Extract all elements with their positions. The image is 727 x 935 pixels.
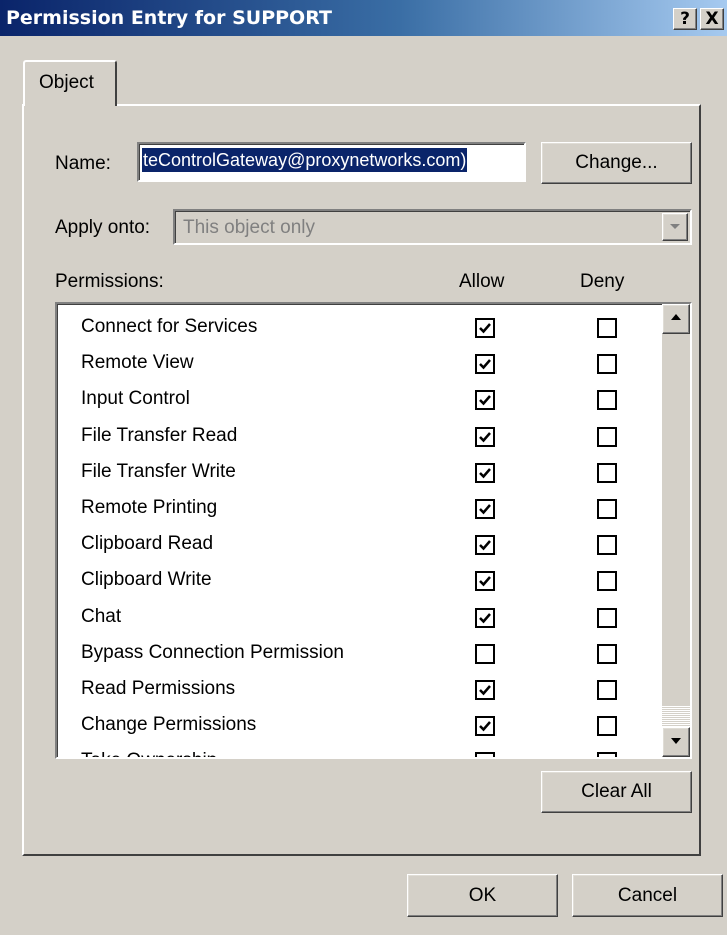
permission-entry-dialog: Permission Entry for SUPPORT ? X Object … <box>0 0 727 935</box>
apply-onto-value: This object only <box>183 217 316 238</box>
permission-row: Change Permissions <box>57 708 657 744</box>
allow-checkbox[interactable] <box>475 680 495 700</box>
deny-checkbox[interactable] <box>597 644 617 664</box>
permission-name: Chat <box>81 606 122 627</box>
checkmark-icon <box>479 359 491 370</box>
cancel-button[interactable]: Cancel <box>572 874 723 917</box>
checkmark-icon <box>479 540 491 551</box>
permission-name: File Transfer Read <box>81 425 238 446</box>
help-button[interactable]: ? <box>673 8 697 30</box>
permission-row: Bypass Connection Permission <box>57 636 657 672</box>
checkmark-icon <box>478 755 492 759</box>
permission-row: Remote Printing <box>57 491 657 527</box>
allow-checkbox[interactable] <box>475 499 495 519</box>
checkmark-icon <box>479 468 491 479</box>
tab-object[interactable]: Object <box>23 60 117 106</box>
scroll-thumb[interactable] <box>662 706 690 729</box>
permission-name: Bypass Connection Permission <box>81 642 344 663</box>
permission-name: File Transfer Write <box>81 461 236 482</box>
scroll-track[interactable] <box>662 334 690 705</box>
permission-name: Clipboard Read <box>81 533 214 554</box>
permission-row: File Transfer Write <box>57 455 657 491</box>
permission-name: Connect for Services <box>81 316 258 337</box>
permission-name: Clipboard Write <box>81 569 212 590</box>
deny-checkbox[interactable] <box>597 571 617 591</box>
checkmark-icon <box>479 613 491 624</box>
allow-checkbox[interactable] <box>475 354 495 374</box>
permission-name: Input Control <box>81 388 190 409</box>
allow-checkbox[interactable] <box>475 318 495 338</box>
scroll-down-button[interactable] <box>662 727 690 757</box>
name-field-value: teControlGateway@proxynetworks.com) <box>142 148 468 172</box>
deny-checkbox[interactable] <box>597 427 617 447</box>
apply-onto-select[interactable]: This object only <box>173 209 692 245</box>
deny-checkbox[interactable] <box>597 680 617 700</box>
deny-checkbox[interactable] <box>597 608 617 628</box>
allow-checkbox[interactable] <box>475 571 495 591</box>
permission-name: Change Permissions <box>81 714 257 735</box>
scroll-up-button[interactable] <box>662 304 690 334</box>
permission-name: Take Ownership <box>81 750 217 757</box>
tab-object-label: Object <box>39 72 94 93</box>
chevron-down-icon[interactable] <box>662 213 688 241</box>
title-bar: Permission Entry for SUPPORT ? X <box>0 0 727 36</box>
deny-checkbox[interactable] <box>597 535 617 555</box>
deny-checkbox[interactable] <box>597 463 617 483</box>
permission-name: Read Permissions <box>81 678 236 699</box>
deny-column-header: Deny <box>580 271 625 292</box>
permissions-scrollbar[interactable] <box>662 304 690 757</box>
allow-checkbox[interactable] <box>475 608 495 628</box>
deny-checkbox[interactable] <box>597 499 617 519</box>
name-field[interactable]: teControlGateway@proxynetworks.com) <box>137 142 526 182</box>
permission-row: Read Permissions <box>57 672 657 708</box>
permission-row: File Transfer Read <box>57 419 657 455</box>
deny-checkbox[interactable] <box>597 318 617 338</box>
permissions-label: Permissions: <box>55 271 164 292</box>
permission-row: Clipboard Write <box>57 563 657 599</box>
deny-checkbox[interactable] <box>597 390 617 410</box>
apply-onto-label: Apply onto: <box>55 217 151 238</box>
deny-checkbox[interactable] <box>597 716 617 736</box>
permissions-list[interactable]: Connect for Services Remote View Input Con… <box>55 302 692 759</box>
permission-row: Connect for Services <box>57 310 657 346</box>
allow-column-header: Allow <box>459 271 505 292</box>
allow-checkbox[interactable] <box>475 390 495 410</box>
checkmark-icon <box>479 576 491 587</box>
window-title: Permission Entry for SUPPORT <box>6 7 332 29</box>
allow-checkbox[interactable] <box>475 716 495 736</box>
change-button[interactable]: Change... <box>541 142 692 184</box>
allow-checkbox[interactable] <box>475 644 495 664</box>
allow-checkbox[interactable] <box>475 752 495 759</box>
allow-checkbox[interactable] <box>475 463 495 483</box>
permission-row: Input Control <box>57 382 657 418</box>
permission-row: Chat <box>57 600 657 636</box>
ok-button[interactable]: OK <box>407 874 558 917</box>
name-label: Name: <box>55 153 111 174</box>
checkmark-icon <box>479 721 491 732</box>
close-button[interactable]: X <box>700 8 724 30</box>
deny-checkbox[interactable] <box>597 752 617 757</box>
clear-all-button[interactable]: Clear All <box>541 771 692 813</box>
permission-row: Take Ownership <box>57 744 657 759</box>
permission-name: Remote Printing <box>81 497 218 518</box>
allow-checkbox[interactable] <box>475 427 495 447</box>
permission-name: Remote View <box>81 352 194 373</box>
permission-row: Clipboard Read <box>57 527 657 563</box>
allow-checkbox[interactable] <box>475 535 495 555</box>
permission-row: Remote View <box>57 346 657 382</box>
checkmark-icon <box>479 504 491 515</box>
deny-checkbox[interactable] <box>597 354 617 374</box>
checkmark-icon <box>479 395 491 406</box>
checkmark-icon <box>479 323 491 334</box>
checkmark-icon <box>479 432 491 443</box>
checkmark-icon <box>479 685 491 696</box>
